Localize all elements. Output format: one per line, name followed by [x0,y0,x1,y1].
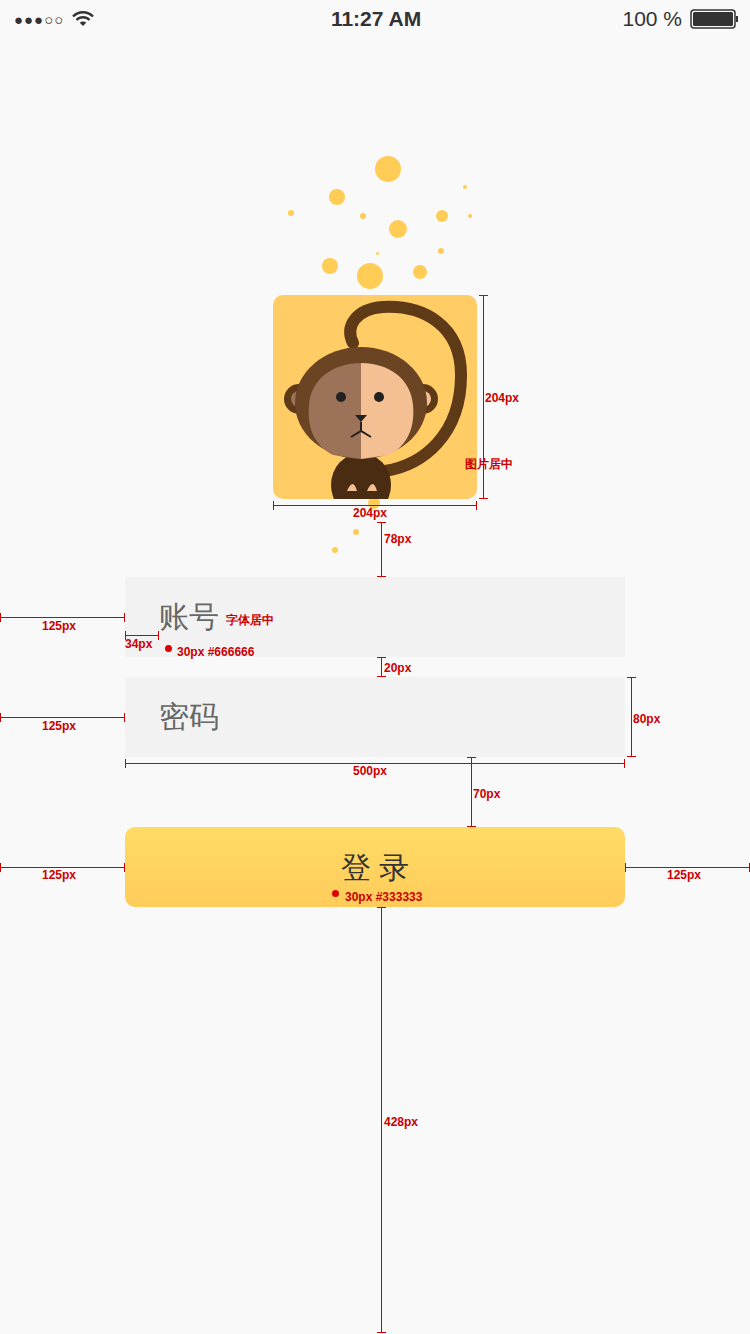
status-right: 100 % [421,3,738,35]
measure-line [627,677,636,678]
clock: 11:27 AM [331,3,421,35]
measure-line [625,867,750,868]
measure-line [0,863,1,872]
measure-line [377,657,386,658]
measure-line [627,756,636,757]
bubble [332,547,338,553]
login-screen: ●●●○○ 11:27 AM 100 % 登 录204px图片居中204px78px1… [0,0,750,1334]
measure-line [483,295,484,499]
measure-line [479,295,488,296]
measure-line [125,759,126,768]
status-bar: ●●●○○ 11:27 AM 100 % [0,0,750,38]
bubble [357,263,383,289]
measure-label: 80px [633,712,660,726]
password-input[interactable] [125,677,625,757]
page-content: ●●●○○ 11:27 AM 100 % 登 录 [0,0,750,907]
measure-line [749,863,750,872]
measure-label: 204px [353,506,387,520]
battery-icon [690,9,738,29]
bubble-zone [0,38,750,295]
bubble [468,214,472,218]
bubble [360,213,366,219]
signal-icon: ●●●○○ [14,12,64,27]
wifi-icon [72,11,94,27]
measure-line [476,501,477,510]
bubble [463,185,467,189]
monkey-logo-icon [273,295,477,499]
battery-text: 100 % [622,3,682,35]
measure-line [625,863,626,872]
measure-line [631,677,632,757]
measure-line [381,522,382,577]
measure-label: 20px [384,661,411,675]
account-input[interactable] [125,577,625,657]
measure-line [273,505,477,506]
measure-line [0,617,125,618]
measure-label: 204px [485,391,519,405]
bubble-layer [0,0,750,1334]
measure-label: 125px [42,868,76,882]
bubble [288,210,294,216]
measure-line [467,757,476,758]
measure-line [0,717,125,718]
measure-line [0,713,1,722]
measure-line [624,759,625,768]
measure-label: 70px [473,787,500,801]
measure-line [377,1332,386,1333]
measure-line [471,757,472,827]
measure-label: 125px [42,619,76,633]
measure-label: 500px [353,764,387,778]
measure-label: 125px [667,868,701,882]
measure-line [381,907,382,1333]
measure-line [377,907,386,908]
measure-label: 78px [384,532,411,546]
measure-line [0,613,1,622]
bubble [376,252,379,255]
bubble [438,248,444,254]
bubble [329,189,345,205]
bubble [389,220,407,238]
measure-line [273,501,274,510]
login-form: 登 录 [125,577,625,907]
logo-wrap [0,295,750,499]
bubble [413,265,427,279]
measure-line [0,867,125,868]
status-left: ●●●○○ [14,11,331,27]
measure-line [479,498,488,499]
login-button[interactable]: 登 录 [125,827,625,907]
bubble [436,210,448,222]
bubble [353,529,359,535]
measure-line [381,657,382,677]
annotation-layer: 204px图片居中204px78px125px字体居中34px30px #666… [0,0,750,1334]
bubble [375,156,401,182]
measure-label: 125px [42,719,76,733]
measure-line [125,763,625,764]
bubble [322,258,338,274]
measure-label: 428px [384,1115,418,1129]
measure-line [377,522,386,523]
